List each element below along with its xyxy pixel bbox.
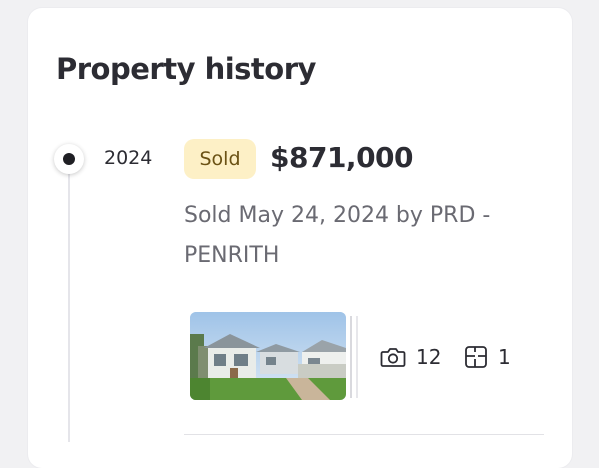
timeline-dot-inner — [63, 153, 75, 165]
photo-count[interactable]: 12 — [380, 344, 441, 370]
photo-count-value: 12 — [416, 345, 442, 369]
section-title: Property history — [56, 52, 316, 86]
camera-icon — [380, 348, 406, 367]
sold-badge: Sold — [184, 139, 256, 179]
floorplan-count[interactable]: 1 — [464, 344, 511, 370]
history-year: 2024 — [104, 147, 153, 169]
floorplan-count-value: 1 — [498, 345, 511, 369]
sale-price: $871,000 — [270, 141, 414, 174]
gallery-stack-edge — [356, 316, 358, 398]
timeline-dot — [54, 144, 84, 174]
house-photo-image — [190, 312, 346, 400]
timeline-line — [68, 172, 70, 442]
divider — [184, 434, 544, 435]
sale-detail-text: Sold May 24, 2024 by PRD - PENRITH — [184, 203, 491, 268]
property-photo-thumbnail[interactable] — [190, 312, 346, 400]
gallery-stack-edge — [350, 316, 352, 398]
floorplan-icon — [465, 346, 487, 368]
